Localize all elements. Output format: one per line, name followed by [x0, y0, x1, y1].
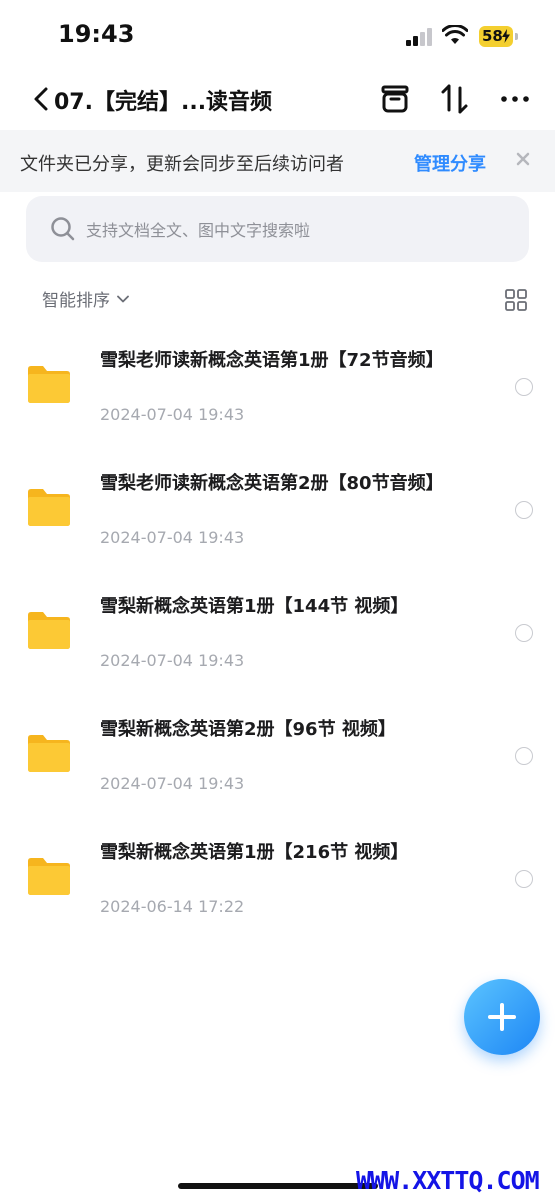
plus-icon-vertical: [500, 1003, 504, 1031]
file-date: 2024-07-04 19:43: [100, 651, 245, 670]
share-banner: 文件夹已分享，更新会同步至后续访问者 管理分享: [0, 130, 555, 192]
file-name: 雪梨老师读新概念英语第1册【72节音频】: [100, 350, 444, 371]
select-checkbox[interactable]: [515, 378, 533, 396]
select-checkbox[interactable]: [515, 870, 533, 888]
wifi-icon: [442, 25, 468, 44]
battery-icon: 58: [479, 26, 513, 47]
select-checkbox[interactable]: [515, 747, 533, 765]
file-name: 雪梨新概念英语第1册【216节 视频】: [100, 842, 409, 863]
status-bar: 19:43 58: [0, 0, 555, 70]
add-button[interactable]: [464, 979, 540, 1055]
share-notice: 文件夹已分享，更新会同步至后续访问者: [20, 154, 344, 175]
archive-icon[interactable]: [378, 82, 412, 116]
list-item[interactable]: 雪梨新概念英语第1册【216节 视频】 2024-06-14 17:22: [0, 817, 555, 940]
file-name: 雪梨新概念英语第2册【96节 视频】: [100, 719, 396, 740]
list-item[interactable]: 雪梨新概念英语第1册【144节 视频】 2024-07-04 19:43: [0, 571, 555, 694]
charging-bolt-icon: [502, 29, 510, 43]
folder-icon: [28, 366, 70, 403]
more-icon[interactable]: [498, 82, 532, 116]
file-date: 2024-07-04 19:43: [100, 774, 245, 793]
search-input[interactable]: [84, 196, 508, 264]
page-title: 07.【完结】...读音频: [54, 90, 273, 115]
battery-level: 58: [482, 27, 503, 45]
list-item[interactable]: 雪梨新概念英语第2册【96节 视频】 2024-07-04 19:43: [0, 694, 555, 817]
file-name: 雪梨老师读新概念英语第2册【80节音频】: [100, 473, 444, 494]
sort-label: 智能排序: [42, 291, 110, 311]
file-list: 雪梨老师读新概念英语第1册【72节音频】 2024-07-04 19:43 雪梨…: [0, 325, 555, 940]
folder-icon: [28, 612, 70, 649]
home-indicator[interactable]: [178, 1183, 378, 1189]
file-date: 2024-06-14 17:22: [100, 897, 245, 916]
select-checkbox[interactable]: [515, 501, 533, 519]
manage-share-link[interactable]: 管理分享: [414, 150, 486, 176]
file-date: 2024-07-04 19:43: [100, 528, 245, 547]
nav-bar: 07.【完结】...读音频: [0, 70, 555, 128]
watermark: WWW.XXTTQ.COM: [356, 1166, 540, 1195]
sort-dropdown[interactable]: 智能排序: [42, 286, 130, 311]
close-icon[interactable]: [512, 148, 534, 170]
sort-transfer-icon[interactable]: [438, 82, 472, 116]
list-item[interactable]: 雪梨老师读新概念英语第1册【72节音频】 2024-07-04 19:43: [0, 325, 555, 448]
back-button[interactable]: [30, 84, 52, 114]
chevron-down-icon: [117, 295, 129, 302]
folder-icon: [28, 858, 70, 895]
list-item[interactable]: 雪梨老师读新概念英语第2册【80节音频】 2024-07-04 19:43: [0, 448, 555, 571]
sort-row: 智能排序: [0, 280, 555, 320]
search-icon: [51, 217, 75, 241]
battery-cap: [515, 33, 518, 40]
select-checkbox[interactable]: [515, 624, 533, 642]
status-time: 19:43: [58, 20, 135, 48]
search-bar[interactable]: [26, 196, 529, 264]
file-name: 雪梨新概念英语第1册【144节 视频】: [100, 596, 409, 617]
file-date: 2024-07-04 19:43: [100, 405, 245, 424]
signal-icon: [406, 28, 432, 46]
folder-icon: [28, 735, 70, 772]
folder-icon: [28, 489, 70, 526]
grid-view-icon[interactable]: [504, 288, 528, 312]
